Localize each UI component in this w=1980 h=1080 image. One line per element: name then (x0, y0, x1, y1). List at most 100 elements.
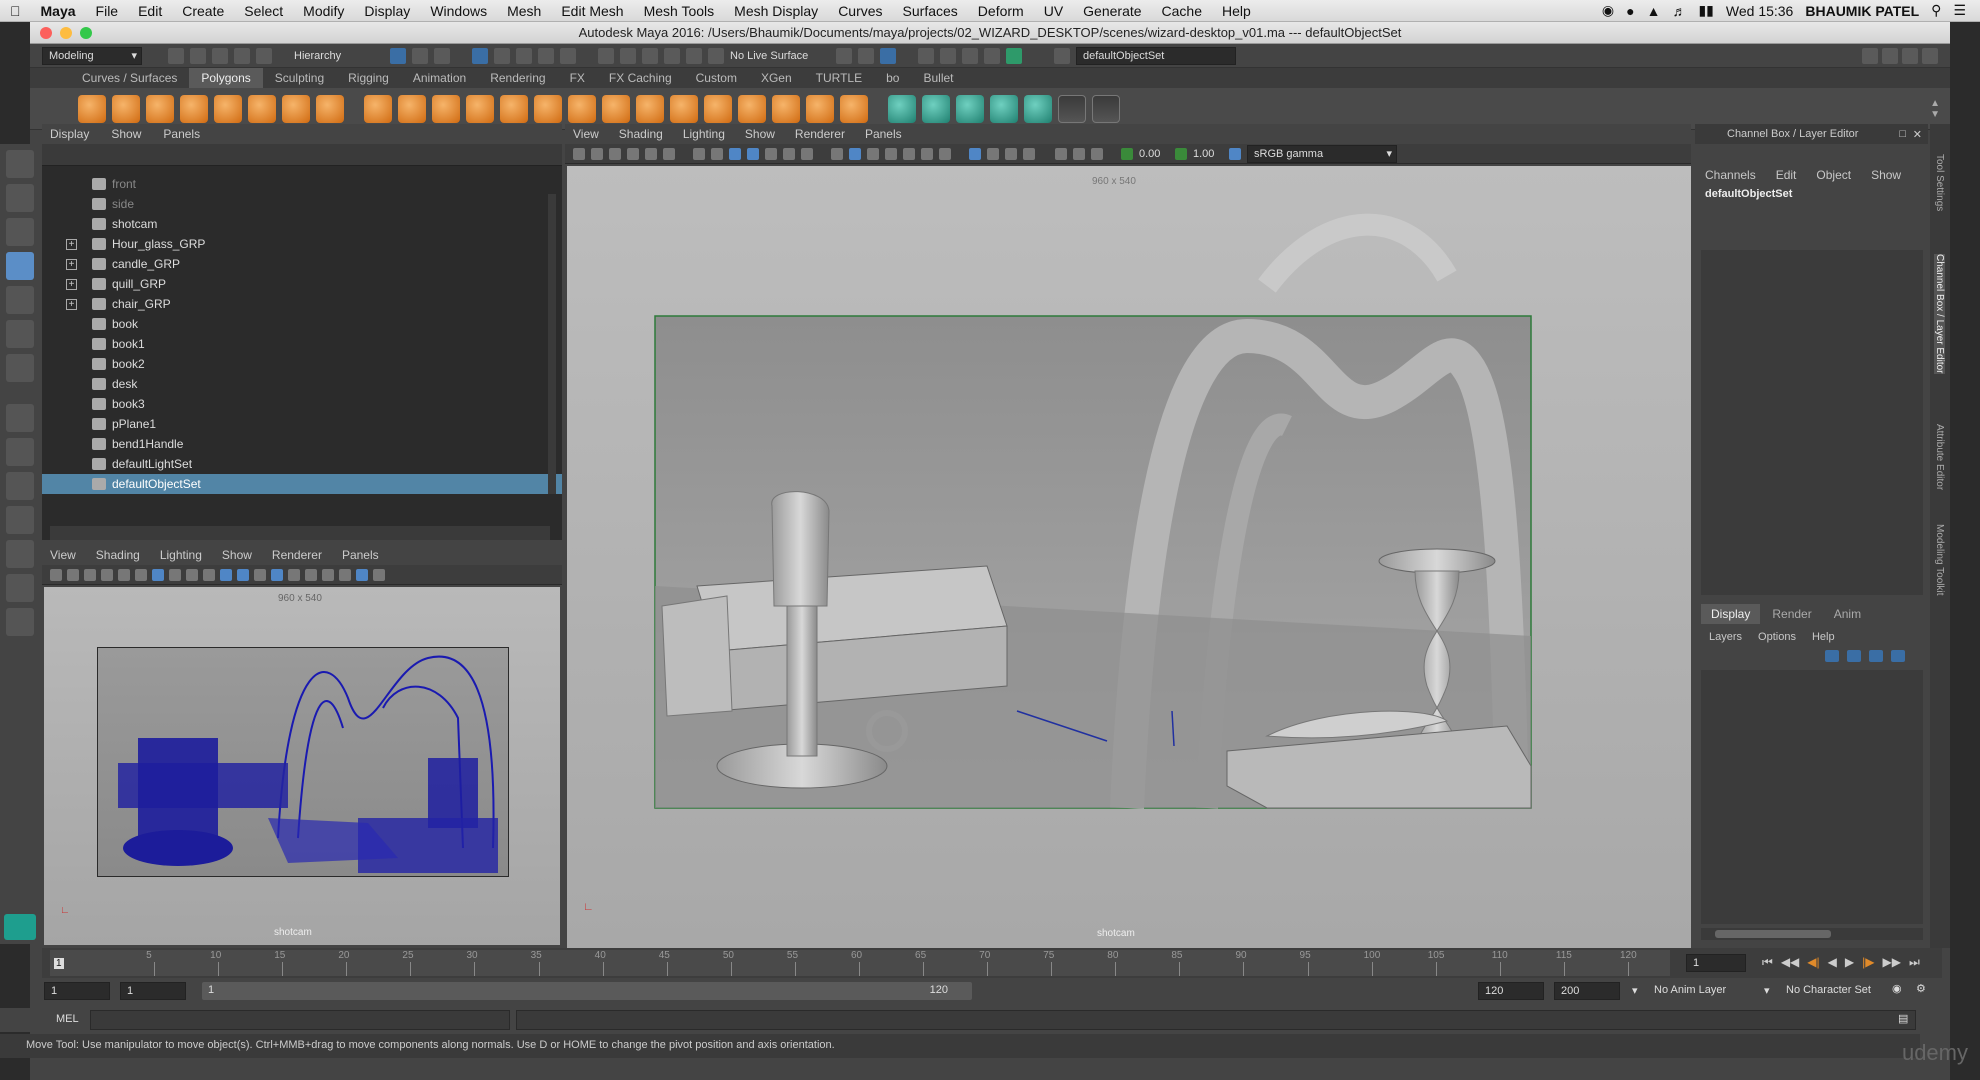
auto-key-icon[interactable]: ◉ (1892, 982, 1902, 995)
snap-view-plane-icon[interactable] (664, 47, 680, 64)
outliner-row[interactable]: + quill_GRP (42, 274, 562, 294)
small-vp-menu-lighting[interactable]: Lighting (160, 548, 202, 562)
shadows-icon[interactable] (288, 568, 300, 581)
main-vp-menu-shading[interactable]: Shading (619, 127, 663, 141)
tool-settings-icon[interactable] (1902, 47, 1918, 64)
render-setup-icon[interactable] (1006, 47, 1022, 64)
small-viewport-canvas[interactable]: 960 x 540 shotcam ∟ (44, 587, 560, 945)
rotate-tool-icon[interactable] (6, 286, 34, 314)
select-by-handle-icon[interactable] (472, 47, 488, 64)
menu-set-dropdown[interactable]: Modeling ▾ (42, 46, 142, 65)
time-slider[interactable]: 5 10 15 20 25 30 35 40 45 50 55 60 65 70 75 80 85 90 95 100… (42, 948, 1942, 978)
menu-deform[interactable]: Deform (968, 3, 1034, 19)
main-2d-pan-icon[interactable] (645, 147, 657, 160)
planar-uv-icon[interactable] (888, 94, 916, 123)
main-viewport-canvas[interactable]: 960 x 540 shotcam ∟ (567, 166, 1691, 948)
menu-curves[interactable]: Curves (828, 3, 892, 19)
depth-of-field-icon[interactable] (339, 568, 351, 581)
unfold-uv-icon[interactable] (1024, 94, 1052, 123)
side-tab-modeling-toolkit[interactable]: Modeling Toolkit (1934, 524, 1945, 596)
resolution-gate-icon[interactable] (152, 568, 164, 581)
main-vp-menu-view[interactable]: View (573, 127, 599, 141)
shelf-tab-animation[interactable]: Animation (401, 68, 478, 88)
new-empty-layer-icon[interactable] (1869, 650, 1883, 662)
ambient-occlusion-icon[interactable] (305, 568, 317, 581)
character-set-dropdown-icon[interactable]: ▾ (1764, 984, 1770, 997)
outliner-row[interactable]: + Hour_glass_GRP (42, 234, 562, 254)
outliner-row[interactable]: + chair_GRP (42, 294, 562, 314)
select-by-curve-icon[interactable] (516, 47, 532, 64)
bridge-icon[interactable] (602, 94, 630, 123)
shelf-tab-xgen[interactable]: XGen (749, 68, 804, 88)
app-menu[interactable]: Maya (31, 3, 86, 19)
view-transform-dropdown[interactable]: sRGB gamma ▾ (1247, 144, 1397, 163)
main-smooth-shade-icon[interactable] (849, 147, 861, 160)
layer-tab-display[interactable]: Display (1701, 604, 1761, 624)
make-live-icon[interactable] (708, 47, 724, 64)
main-grid-icon[interactable] (693, 147, 705, 160)
hypershade-icon[interactable] (984, 47, 1000, 64)
shelf-tab-bo[interactable]: bo (874, 68, 911, 88)
scale-tool-icon[interactable] (6, 320, 34, 348)
outliner-row[interactable]: shotcam (42, 214, 562, 234)
isolate-select-icon[interactable] (356, 568, 368, 581)
expand-toggle-icon[interactable]: + (66, 238, 77, 250)
shelf-tab-polygons[interactable]: Polygons (189, 68, 263, 88)
gate-mask-icon[interactable] (169, 568, 181, 581)
fill-hole-icon[interactable] (806, 94, 834, 123)
outliner-horizontal-scrollbar[interactable] (50, 526, 550, 540)
layer-tab-anim[interactable]: Anim (1824, 604, 1871, 624)
outliner-menu-panels[interactable]: Panels (163, 127, 200, 141)
command-language-label[interactable]: MEL (56, 1013, 79, 1025)
main-camera-sequencer-icon[interactable] (1055, 147, 1067, 160)
poly-pipe-icon[interactable] (316, 94, 344, 123)
main-xray-joints-icon[interactable] (1005, 147, 1017, 160)
highlight-selection-icon[interactable] (560, 47, 576, 64)
modeling-toolkit-icon[interactable] (1862, 47, 1878, 64)
main-safe-action-icon[interactable] (783, 147, 795, 160)
new-layer-from-selection-icon[interactable] (1891, 650, 1905, 662)
shelf-tab-fx[interactable]: FX (558, 68, 597, 88)
gamma-value[interactable]: 1.00 (1193, 148, 1223, 160)
side-tab-attribute-editor[interactable]: Attribute Editor (1934, 424, 1945, 490)
range-slider[interactable]: 1 120 (202, 982, 972, 1000)
anim-layer-dropdown-icon[interactable]: ▾ (1632, 984, 1638, 997)
select-hierarchy-icon[interactable] (390, 47, 406, 64)
automatic-uv-icon[interactable] (990, 94, 1018, 123)
apple-icon[interactable]:  (0, 3, 31, 19)
shelf-tab-turtle[interactable]: TURTLE (804, 68, 874, 88)
main-camera-attributes-icon[interactable] (591, 147, 603, 160)
outliner-row[interactable]: desk (42, 374, 562, 394)
current-frame-field[interactable]: 1 (1686, 954, 1746, 972)
select-tool-icon[interactable] (6, 150, 34, 178)
move-layer-down-icon[interactable] (1847, 650, 1861, 662)
color-management-icon[interactable] (1229, 147, 1241, 160)
cb-menu-object[interactable]: Object (1816, 168, 1851, 182)
notification-list-icon[interactable]: ☰ (1953, 2, 1966, 19)
step-back-frame-icon[interactable]: ◀| (1807, 955, 1819, 970)
go-to-start-icon[interactable]: ⏮ (1762, 955, 1773, 970)
poly-sphere-icon[interactable] (78, 94, 106, 123)
spotlight-search-icon[interactable]: ⚲ (1931, 2, 1941, 19)
outliner-row[interactable]: side (42, 194, 562, 214)
spherical-uv-icon[interactable] (956, 94, 984, 123)
merge-icon[interactable] (840, 94, 868, 123)
exposure-value[interactable]: 0.00 (1139, 148, 1169, 160)
main-vp-menu-renderer[interactable]: Renderer (795, 127, 845, 141)
extrude-icon[interactable] (568, 94, 596, 123)
close-window-button[interactable] (40, 27, 52, 39)
small-vp-menu-view[interactable]: View (50, 548, 76, 562)
construction-history-icon[interactable] (836, 47, 852, 64)
bookmark-icon[interactable] (84, 568, 96, 581)
outliner-row[interactable]: book3 (42, 394, 562, 414)
minimize-window-button[interactable] (60, 27, 72, 39)
snap-curve-icon[interactable] (620, 47, 636, 64)
go-to-end-icon[interactable]: ⏭ (1909, 955, 1920, 970)
outliner-row[interactable]: bend1Handle (42, 434, 562, 454)
outliner-row[interactable]: defaultObjectSet (42, 474, 562, 494)
snap-grid-icon[interactable] (598, 47, 614, 64)
menu-create[interactable]: Create (172, 3, 234, 19)
poly-torus-icon[interactable] (248, 94, 276, 123)
side-tab-channel-box[interactable]: Channel Box / Layer Editor (1934, 254, 1945, 374)
layer-tab-render[interactable]: Render (1762, 604, 1821, 624)
